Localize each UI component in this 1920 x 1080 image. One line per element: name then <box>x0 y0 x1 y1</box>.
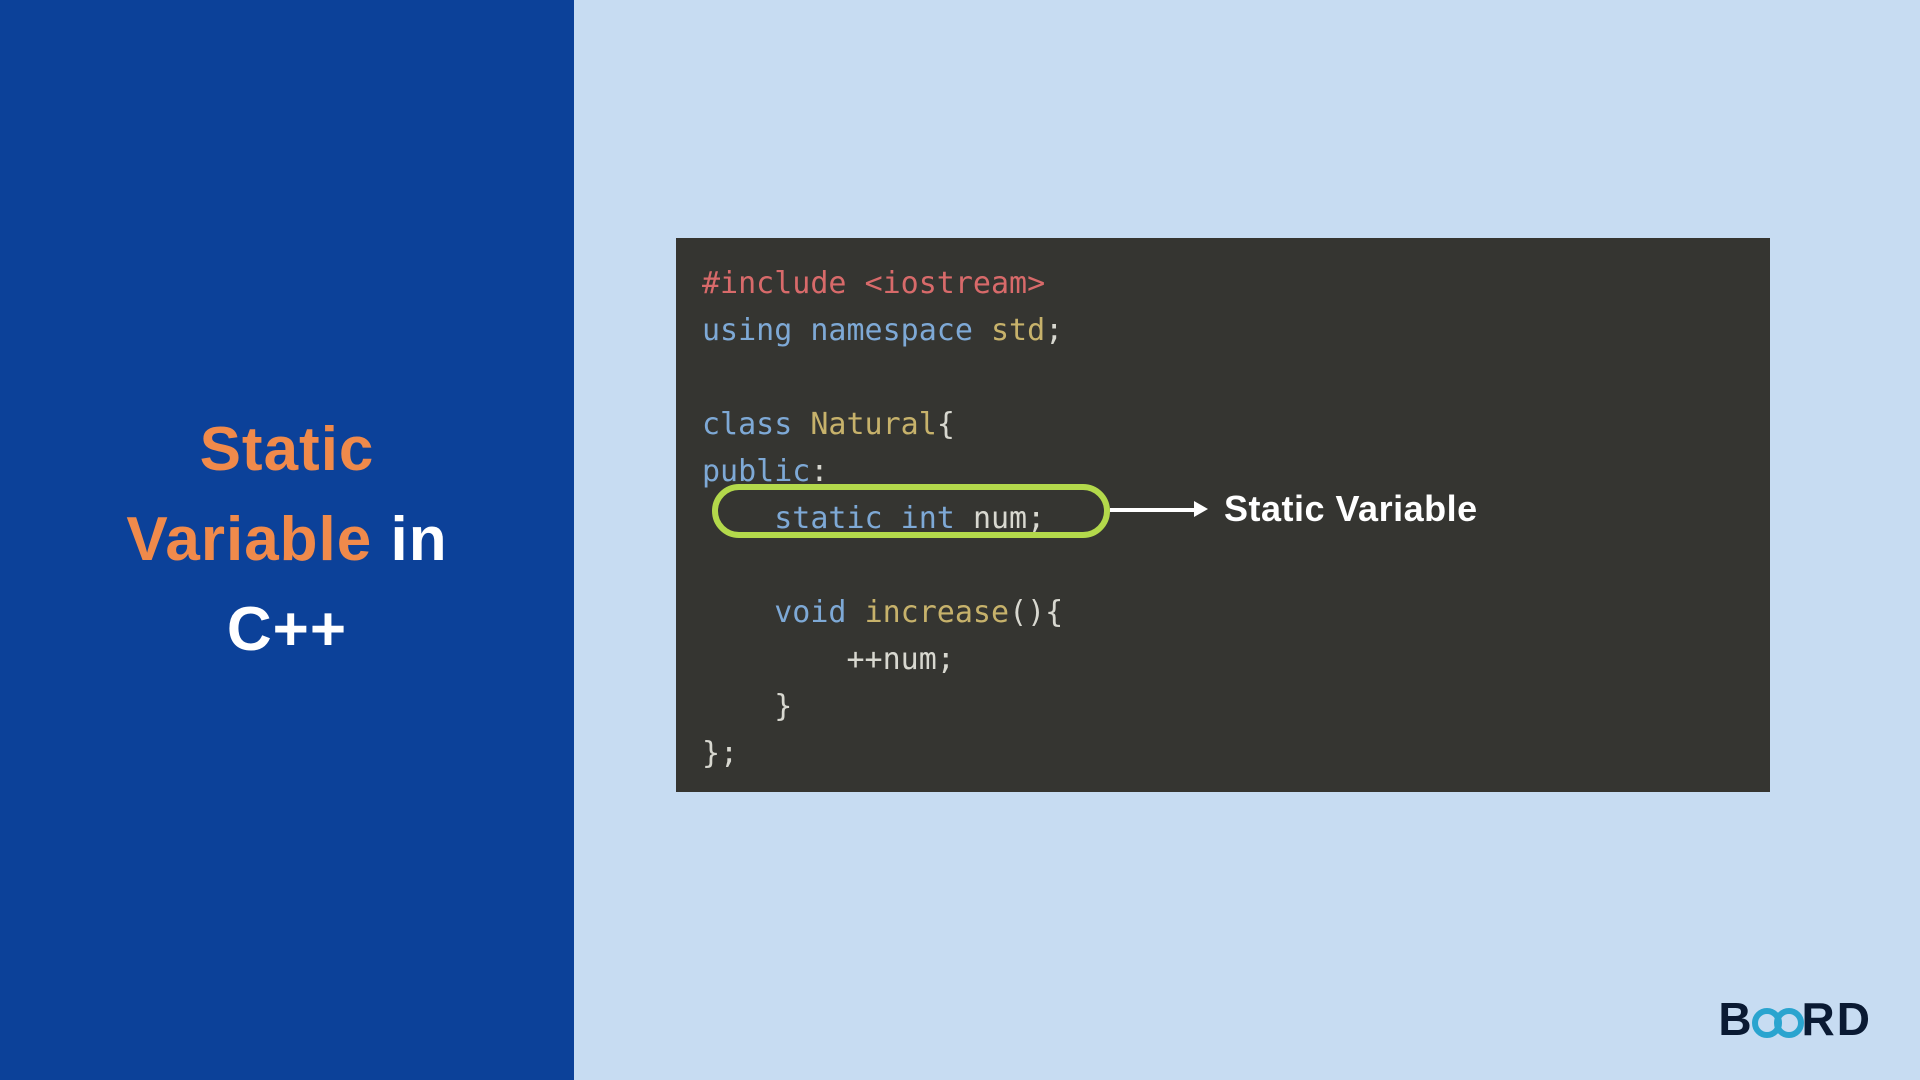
right-content-panel: #include <iostream> using namespace std;… <box>574 0 1920 1080</box>
title-word-cpp: C++ <box>227 595 347 664</box>
code-using-namespace: using namespace <box>702 313 991 348</box>
code-class-kw: class <box>702 407 810 442</box>
highlight-static-variable <box>712 484 1110 538</box>
code-include-header: <iostream> <box>865 266 1046 301</box>
code-incr: ++num; <box>702 642 955 677</box>
left-title-panel: Static Variable in C++ <box>0 0 574 1080</box>
code-class-name: Natural <box>810 407 936 442</box>
code-std: std <box>991 313 1045 348</box>
code-func-open: (){ <box>1009 595 1063 630</box>
code-class-close: }; <box>702 736 738 771</box>
code-void-kw: void <box>702 595 865 630</box>
code-semi-1: ; <box>1045 313 1063 348</box>
code-brace-open-1: { <box>937 407 955 442</box>
callout-label: Static Variable <box>1224 488 1478 530</box>
arrow-line <box>1110 508 1196 512</box>
code-include-directive: #include <box>702 266 865 301</box>
slide: Static Variable in C++ #include <iostrea… <box>0 0 1920 1080</box>
arrow-head <box>1194 501 1208 517</box>
slide-title: Static Variable in C++ <box>126 405 447 675</box>
title-word-in: in <box>372 505 447 574</box>
arrow-icon <box>1110 507 1208 513</box>
brand-logo: B RD <box>1718 992 1872 1046</box>
infinity-icon <box>1752 1008 1804 1038</box>
code-func-close: } <box>702 689 792 724</box>
title-word-variable: Variable <box>126 505 372 574</box>
brand-text-pre: B <box>1718 992 1753 1046</box>
brand-text-post: RD <box>1802 992 1872 1046</box>
code-func-name: increase <box>865 595 1010 630</box>
title-word-static: Static <box>200 415 375 484</box>
